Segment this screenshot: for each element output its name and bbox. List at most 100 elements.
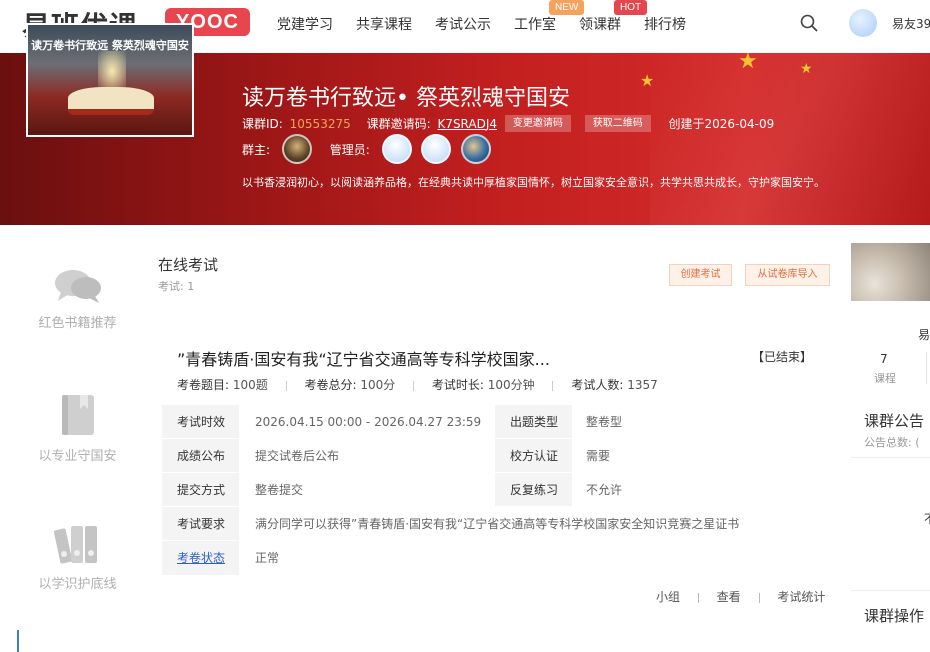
info-key: 提交方式 <box>162 472 239 507</box>
invite-code-value: K7SRADJ4 <box>437 116 498 131</box>
group-link[interactable]: 小组 <box>656 590 680 604</box>
group-created-date: 创建于2026-04-09 <box>668 117 775 131</box>
group-operations-title: 课群操作 <box>864 607 925 625</box>
course-count: 7 <box>880 352 888 366</box>
exam-title[interactable]: ”青春铸盾·国安有我“辽宁省交通高等专科学校国家... <box>177 346 550 370</box>
table-row: 成绩公布 提交试卷后公布 校方认证 需要 <box>162 438 824 473</box>
exam-stats: 考卷题目: 100题 考卷总分: 100分 考试时长: 100分钟 考试人数: … <box>177 376 658 393</box>
admin-label: 管理员: <box>329 142 370 157</box>
star-icon: ★ <box>738 53 758 74</box>
nav-item-shared-courses[interactable]: 共享课程 <box>356 14 412 34</box>
sidebar-item-knowledge-bottom-line[interactable]: 以学识护底线 <box>20 523 135 592</box>
book-icon <box>61 395 94 435</box>
info-key: 反复练习 <box>495 472 572 507</box>
info-value: 需要 <box>572 438 824 473</box>
create-exam-button[interactable]: 创建考试 <box>669 264 732 286</box>
paper-status-link[interactable]: 考卷状态 <box>162 540 239 575</box>
group-id-value: 10553275 <box>289 116 351 131</box>
user-avatar[interactable] <box>849 9 877 37</box>
get-qr-code-button[interactable]: 获取二维码 <box>584 115 651 132</box>
course-count-label: 课程 <box>874 372 896 385</box>
nav-item-course-groups[interactable]: 领课群 <box>579 14 621 34</box>
table-row: 考试时效 2026.04.15 00:00 - 2026.04.27 23:59… <box>162 404 824 439</box>
import-from-library-button[interactable]: 从试卷库导入 <box>745 264 830 286</box>
stat-value: 100分 <box>360 378 396 392</box>
nav-item-leaderboard[interactable]: 排行榜 <box>644 14 686 34</box>
exam-count: 考试: 1 <box>158 280 195 293</box>
owner-avatar[interactable] <box>281 134 312 164</box>
info-value: 整卷提交 <box>239 472 495 507</box>
divider <box>851 457 930 458</box>
info-key: 成绩公布 <box>162 438 239 473</box>
exam-statistics-link[interactable]: 考试统计 <box>777 590 825 604</box>
notice-title: 课群公告 <box>864 412 925 430</box>
info-key: 出题类型 <box>495 404 572 439</box>
admin-avatar[interactable] <box>421 134 452 164</box>
star-icon: ★ <box>640 71 655 90</box>
table-row: 考卷状态 正常 <box>162 540 824 575</box>
notice-count: 公告总数: ( <box>864 436 920 449</box>
sidebar-item-label: 以学识护底线 <box>38 577 117 592</box>
stat-value: 1357 <box>627 378 658 392</box>
search-icon[interactable] <box>800 14 818 32</box>
owner-profile-image[interactable] <box>851 243 930 301</box>
hot-badge: HOT <box>614 0 648 15</box>
sidebar-item-professional-security[interactable]: 以专业守国安 <box>20 393 135 464</box>
change-invite-code-button[interactable]: 变更邀请码 <box>504 115 571 132</box>
table-row: 考试要求 满分同学可以获得”青春铸盾·国安有我“辽宁省交通高等专科学校国家安全知… <box>162 506 824 541</box>
info-key: 考试时效 <box>162 404 239 439</box>
group-description: 以书香浸润初心，以阅读涵养品格，在经典共读中厚植家国情怀，树立国家安全意识，共学… <box>242 176 825 189</box>
nav-item-party-learning[interactable]: 党建学习 <box>277 14 333 34</box>
open-book-icon <box>68 87 154 115</box>
stat-label: 考试人数: <box>571 378 624 392</box>
view-link[interactable]: 查看 <box>717 590 741 604</box>
divider <box>851 590 930 591</box>
admin-avatar[interactable] <box>461 134 492 164</box>
admin-avatar[interactable] <box>381 134 412 164</box>
info-value: 提交试卷后公布 <box>239 438 495 473</box>
exam-status-badge: 【已结束】 <box>752 350 813 364</box>
divider <box>285 380 287 391</box>
divider <box>926 352 927 384</box>
divider <box>758 592 760 603</box>
group-title: 读万卷书行致远• 祭英烈魂守国安 <box>242 86 570 111</box>
group-id-label: 课群ID: <box>242 117 283 131</box>
binders-icon <box>53 526 97 564</box>
divider <box>697 592 699 603</box>
chat-bubbles-icon <box>54 270 101 303</box>
cover-light-glow <box>98 51 126 91</box>
group-members-line: 群主: 管理员: <box>242 134 492 168</box>
stat-value: 100题 <box>232 378 268 392</box>
notice-placeholder-text: 不 <box>924 510 930 527</box>
nav-item-exam-publicity[interactable]: 考试公示 <box>435 14 491 34</box>
stat-label: 考卷总分: <box>304 378 357 392</box>
owner-name: 易 <box>918 328 930 342</box>
info-value: 不允许 <box>572 472 824 507</box>
exam-info-table: 考试时效 2026.04.15 00:00 - 2026.04.27 23:59… <box>162 404 824 575</box>
sidebar-active-indicator <box>17 630 19 652</box>
group-meta-line: 课群ID: 10553275 课群邀请码: K7SRADJ4 变更邀请码 获取二… <box>242 115 774 132</box>
nav-item-studio[interactable]: 工作室 <box>514 14 556 34</box>
sidebar-item-label: 以专业守国安 <box>38 449 117 464</box>
sidebar-item-red-books[interactable]: 红色书籍推荐 <box>20 268 135 331</box>
info-value: 2026.04.15 00:00 - 2026.04.27 23:59 <box>239 404 495 439</box>
group-cover-image: 读万卷书行致远 祭英烈魂守国安 <box>26 23 194 137</box>
panel-title: 在线考试 <box>158 256 219 274</box>
table-row: 提交方式 整卷提交 反复练习 不允许 <box>162 472 824 507</box>
owner-label: 群主: <box>242 142 271 157</box>
info-value: 整卷型 <box>572 404 824 439</box>
paper-status-value: 正常 <box>239 540 824 575</box>
info-key: 考试要求 <box>162 506 239 541</box>
sidebar-item-label: 红色书籍推荐 <box>38 316 117 331</box>
exam-actions: 小组 查看 考试统计 <box>656 588 825 605</box>
stat-value: 100分钟 <box>487 378 535 392</box>
info-key: 校方认证 <box>495 438 572 473</box>
new-badge: NEW <box>549 0 585 15</box>
divider <box>552 380 554 391</box>
user-name[interactable]: 易友39 <box>892 15 930 32</box>
star-icon: ★ <box>800 61 813 77</box>
stat-label: 考试时长: <box>431 378 484 392</box>
divider <box>413 380 415 391</box>
stat-label: 考卷题目: <box>177 378 230 392</box>
exam-requirement-value: 满分同学可以获得”青春铸盾·国安有我“辽宁省交通高等专科学校国家安全知识竞赛之星… <box>239 506 824 541</box>
